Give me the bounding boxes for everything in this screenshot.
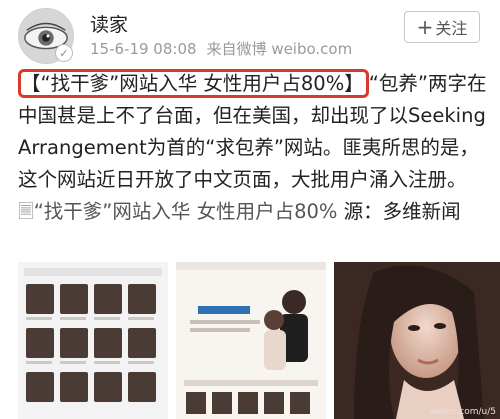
- post-source-suffix: 源：多维新闻: [343, 200, 461, 223]
- post-link[interactable]: “找干爹”网站入华 女性用户占80%: [34, 200, 338, 223]
- verified-badge-icon: ✓: [55, 44, 73, 62]
- plus-icon: +: [416, 15, 434, 39]
- follow-button[interactable]: + 关注: [404, 11, 480, 43]
- portrait-photo-image: [334, 262, 500, 419]
- follow-button-label: 关注: [435, 19, 468, 38]
- website-listing-image: [18, 262, 168, 419]
- post-source[interactable]: 来自微博 weibo.com: [207, 40, 353, 58]
- post-image-2[interactable]: [176, 262, 326, 419]
- website-banner-image: [176, 262, 326, 419]
- post-image-1[interactable]: [18, 262, 168, 419]
- post-text: 【“找干爹”网站入华 女性用户占80%】 “包养”两字在中国甚是上不了台面，但在美…: [18, 68, 488, 228]
- post-image-3[interactable]: weibo.com/u/5: [334, 262, 500, 419]
- post-date: 15-6-19 08:08: [90, 40, 197, 58]
- post-headline: 【“找干爹”网站入华 女性用户占80%】: [18, 69, 369, 98]
- link-icon: 🗏: [18, 200, 34, 223]
- image-watermark: weibo.com/u/5: [429, 407, 496, 417]
- username[interactable]: 读家: [90, 10, 128, 37]
- image-grid: weibo.com/u/5: [18, 262, 500, 419]
- post-meta: 15-6-19 08:08 来自微博 weibo.com: [90, 38, 362, 59]
